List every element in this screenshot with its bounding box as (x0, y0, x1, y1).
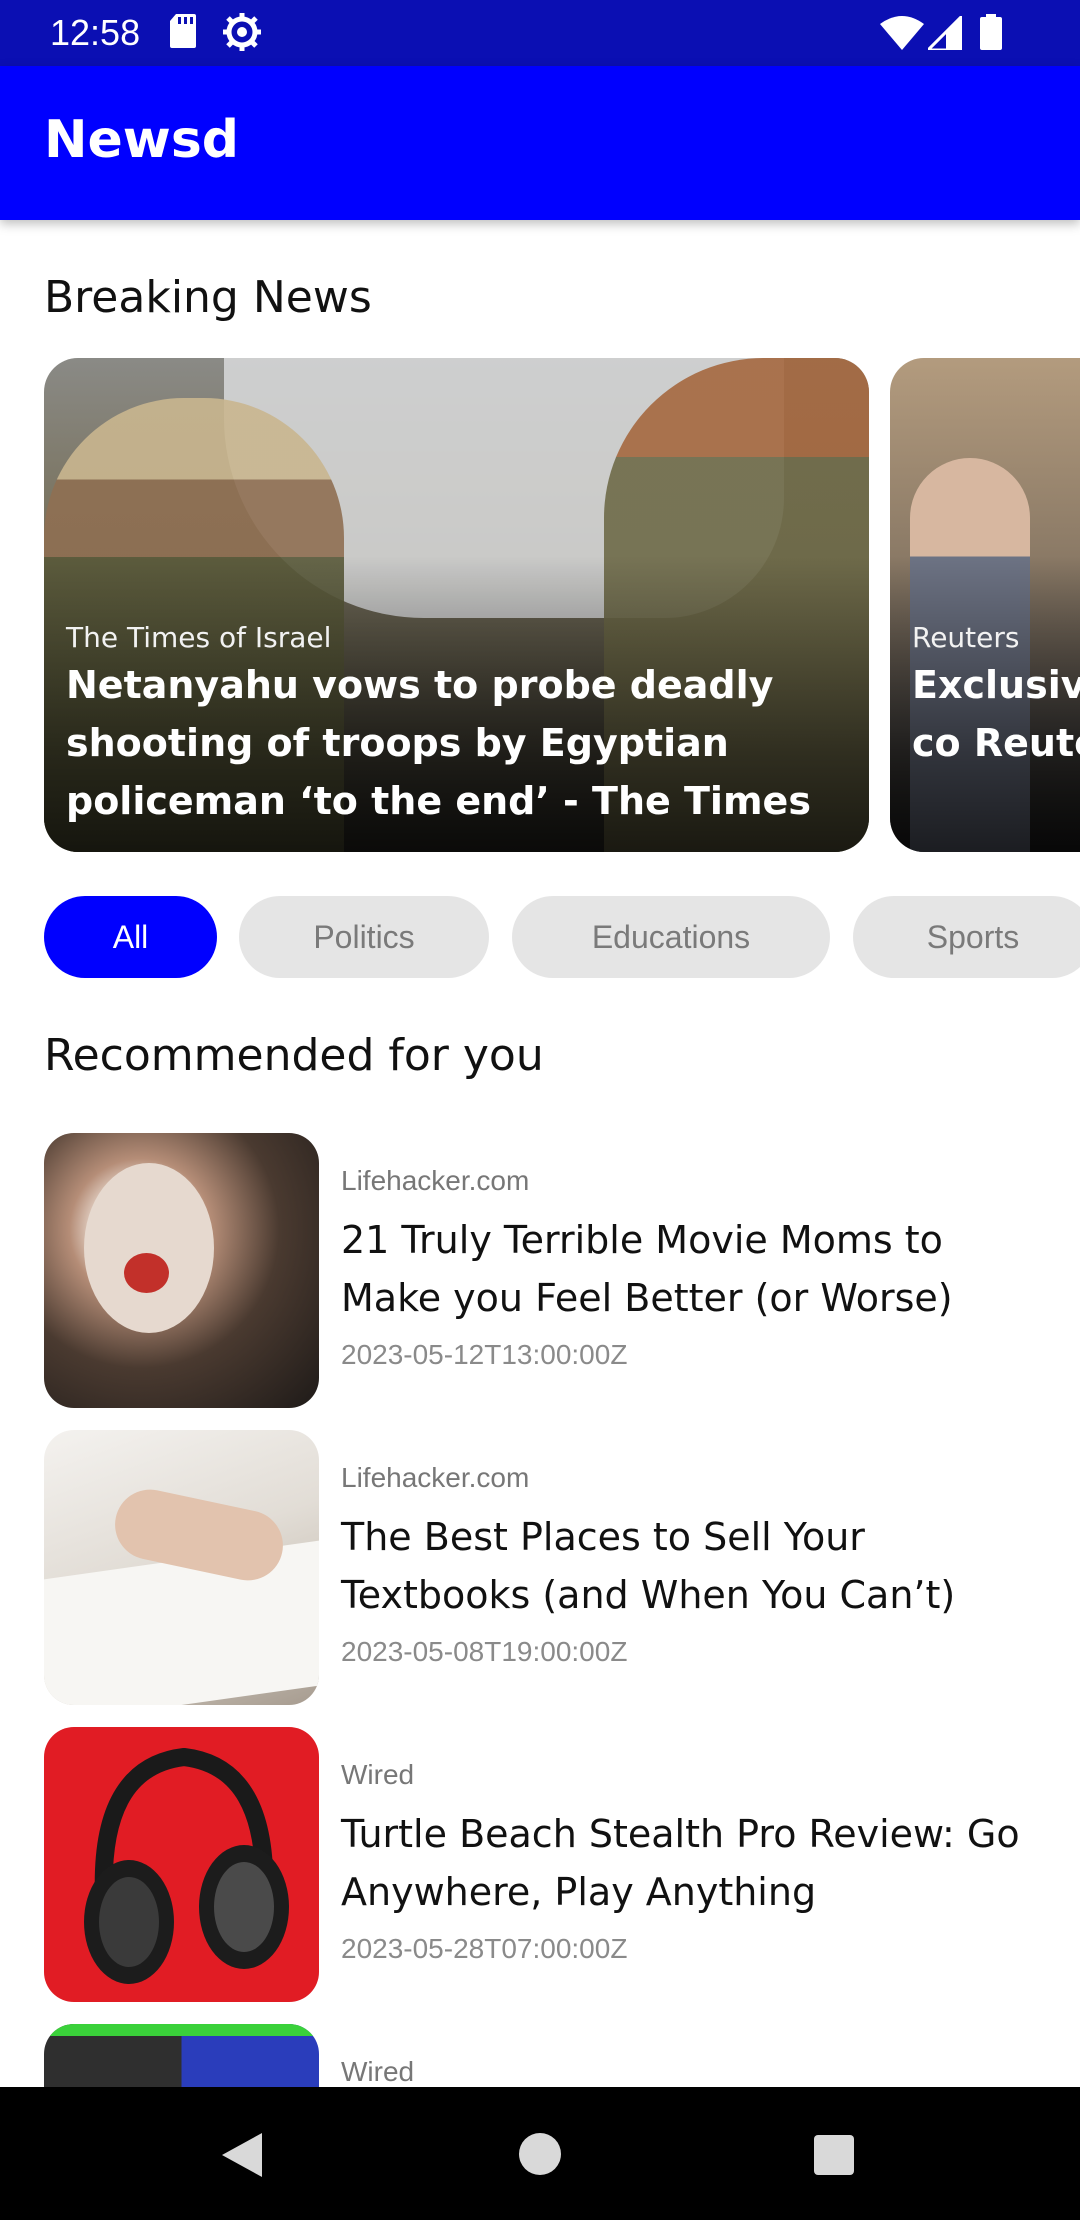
home-icon[interactable] (519, 2133, 561, 2175)
breaking-card[interactable]: The Times of Israel Netanyahu vows to pr… (44, 358, 869, 852)
news-date: 2023-05-08T19:00:00Z (341, 1636, 628, 1667)
system-nav-bar (0, 2087, 1080, 2220)
breaking-news-heading: Breaking News (44, 272, 372, 323)
news-title: 21 Truly Terrible Movie Moms to Make you… (341, 1218, 953, 1320)
card-source: Reuters (912, 621, 1020, 654)
app-title: Newsd (44, 110, 239, 170)
card-title: Exclusive secret co Reuters.c (912, 663, 1080, 765)
status-bar: 12:58 (0, 0, 1080, 66)
signal-icon (928, 16, 962, 50)
headphones-icon (84, 1747, 289, 1984)
category-chips: All Politics Educations Sports (0, 896, 1080, 980)
chip-politics[interactable]: Politics (239, 896, 489, 978)
chip-sports[interactable]: Sports (853, 896, 1080, 978)
thumb-photo-mouth (124, 1253, 169, 1293)
recents-icon[interactable] (814, 2135, 854, 2175)
thumb-photo-face (84, 1163, 214, 1333)
app-bar: Newsd (0, 66, 1080, 220)
status-time: 12:58 (50, 12, 141, 53)
card-source: The Times of Israel (66, 621, 332, 654)
thumb-photo-accent (44, 2024, 319, 2036)
chip-educations[interactable]: Educations (512, 896, 830, 978)
news-date: 2023-05-12T13:00:00Z (341, 1339, 628, 1370)
battery-icon (980, 14, 1002, 50)
gear-icon (223, 13, 261, 51)
news-source: Wired (341, 2056, 415, 2087)
recommended-heading: Recommended for you (44, 1030, 544, 1081)
news-list-item[interactable]: Wired Turtle Beach Stealth Pro Review: G… (44, 1727, 1044, 2002)
news-title: The Best Places to Sell Your Textbooks (… (341, 1515, 956, 1617)
wifi-icon (880, 16, 924, 50)
news-source: Lifehacker.com (341, 1165, 530, 1196)
news-thumbnail (44, 1727, 319, 2002)
news-thumbnail (44, 1133, 319, 1408)
news-source: Lifehacker.com (341, 1462, 530, 1493)
news-list-item[interactable]: Lifehacker.com The Best Places to Sell Y… (44, 1430, 1044, 1705)
back-icon[interactable] (222, 2133, 262, 2177)
card-title: Netanyahu vows to probe deadly shooting … (66, 663, 811, 823)
news-thumbnail (44, 1430, 319, 1705)
news-date: 2023-05-28T07:00:00Z (341, 1933, 628, 1964)
chip-all[interactable]: All (44, 896, 217, 978)
breaking-card[interactable]: Reuters Exclusive secret co Reuters.c (890, 358, 1080, 852)
breaking-news-carousel[interactable]: The Times of Israel Netanyahu vows to pr… (0, 358, 1080, 854)
news-source: Wired (341, 1759, 415, 1790)
news-list-item[interactable]: Lifehacker.com 21 Truly Terrible Movie M… (44, 1133, 1044, 1408)
sd-card-icon (170, 14, 196, 48)
news-title: Turtle Beach Stealth Pro Review: Go Anyw… (341, 1812, 1020, 1914)
